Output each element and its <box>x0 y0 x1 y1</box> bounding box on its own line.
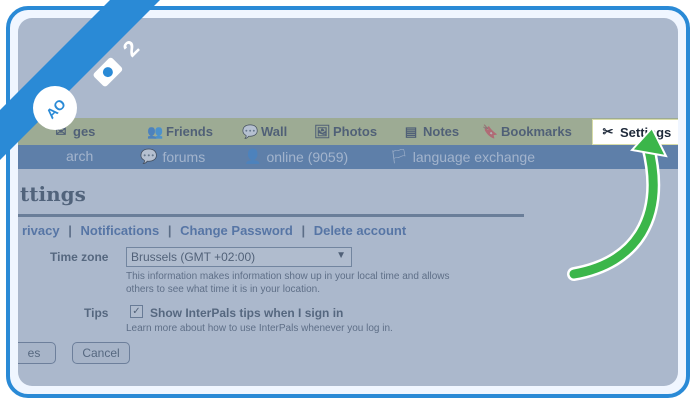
pointer-arrow <box>567 128 668 281</box>
menu-item-label: ges <box>73 124 96 139</box>
tips-label: Tips <box>84 306 109 320</box>
subnav-label: forums <box>162 148 206 165</box>
friends-icon: 👥 <box>147 123 164 139</box>
page-title: ttings <box>20 182 86 206</box>
menu-item-notes[interactable]: ▤ Notes <box>404 122 459 141</box>
menu-item-label: Wall <box>261 124 288 139</box>
tips-checkbox[interactable]: ✓ <box>130 305 143 318</box>
menu-item-label: Friends <box>166 124 213 139</box>
menu-item-label: Bookmarks <box>501 124 572 139</box>
bookmarks-icon: 🔖 <box>482 123 499 139</box>
online-user-icon: 👤 <box>244 148 262 164</box>
menu-item-photos[interactable]: 🖼 Photos <box>314 122 377 141</box>
speech-bubble-icon: 💬 <box>140 148 158 164</box>
tab-notifications[interactable]: Notifications <box>80 223 159 238</box>
menu-item-label: Notes <box>423 124 460 139</box>
subnav-search[interactable]: arch <box>66 148 93 164</box>
menu-item-wall[interactable]: 💬 Wall <box>242 122 287 141</box>
flags-icon: 🏳 <box>390 148 408 164</box>
messages-icon: ✉ <box>55 123 67 139</box>
tab-separator: | <box>301 223 306 238</box>
subnav-forums[interactable]: 💬 forums <box>140 148 205 165</box>
subnav-language-exchange[interactable]: 🏳 language exchange <box>390 148 535 165</box>
menu-item-bookmarks[interactable]: 🔖 Bookmarks <box>482 122 572 141</box>
subnav-label: online (9059) <box>266 148 349 165</box>
timezone-value: Brussels (GMT +02:00) <box>131 250 256 264</box>
subnav-label: language exchange <box>412 148 536 165</box>
tab-separator: | <box>167 223 172 238</box>
tips-checkbox-label: Show InterPals tips when I sign in <box>150 306 344 320</box>
tab-delete-account[interactable]: Delete account <box>314 223 406 238</box>
timezone-label: Time zone <box>50 250 109 264</box>
tips-help: Learn more about how to use InterPals wh… <box>126 323 393 334</box>
subnav-label: arch <box>66 148 94 164</box>
timezone-help: This information makes information show … <box>126 271 450 295</box>
photos-icon: 🖼 <box>314 123 331 139</box>
tab-separator: | <box>68 223 72 238</box>
notes-icon: ▤ <box>404 123 418 139</box>
menu-item-messages[interactable]: ✉ ges <box>54 122 96 141</box>
tab-change-password[interactable]: Change Password <box>180 223 293 238</box>
timezone-select[interactable]: Brussels (GMT +02:00) ▼ <box>126 247 352 267</box>
menu-item-label: Photos <box>333 124 378 139</box>
tab-privacy[interactable]: rivacy <box>22 223 60 238</box>
cancel-button[interactable]: Cancel <box>72 342 130 364</box>
menu-item-friends[interactable]: 👥 Friends <box>147 122 213 141</box>
settings-tabs: rivacy | Notifications | Change Password… <box>22 223 406 238</box>
wall-icon: 💬 <box>242 123 259 139</box>
subnav-online[interactable]: 👤 online (9059) <box>244 148 348 165</box>
title-divider <box>18 214 524 217</box>
dropdown-arrow-icon: ▼ <box>336 250 346 261</box>
save-button[interactable]: es <box>18 342 56 364</box>
